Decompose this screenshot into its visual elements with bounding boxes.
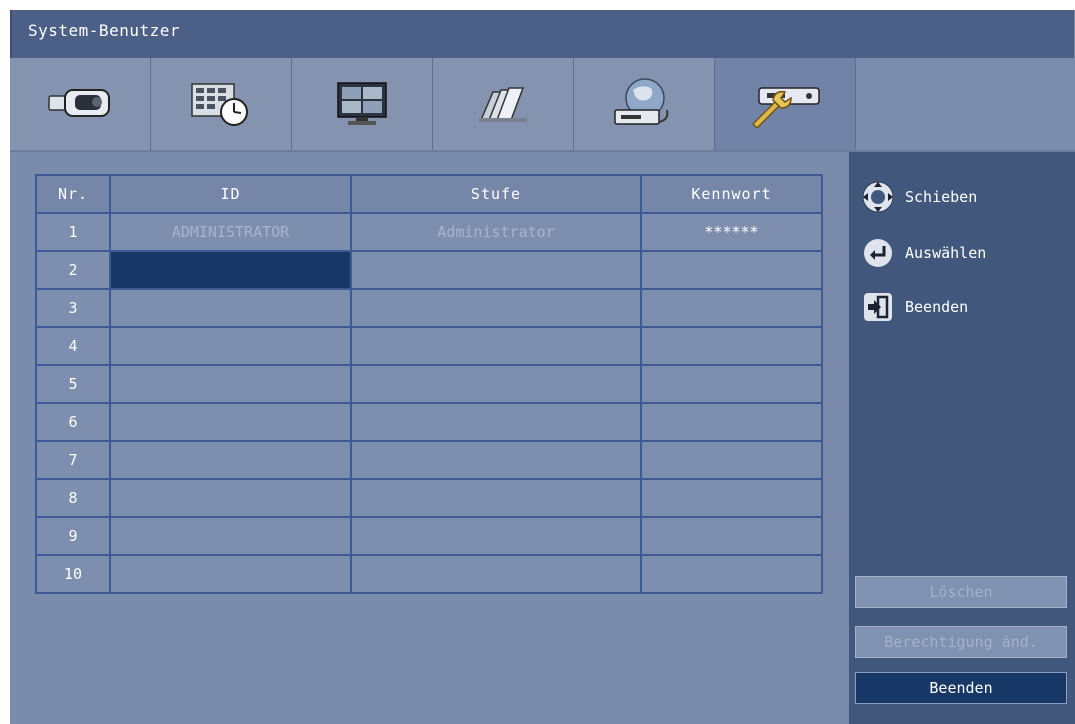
schedule-icon (191, 83, 248, 126)
legend-move: Schieben (861, 181, 978, 213)
cell-nr: 7 (35, 440, 111, 480)
cell-id[interactable] (109, 364, 352, 404)
cell-kennwort[interactable] (640, 326, 823, 366)
cell-nr: 10 (35, 554, 111, 594)
cell-nr: 5 (35, 364, 111, 404)
tab-system[interactable] (715, 58, 856, 150)
cell-kennwort[interactable]: ****** (640, 212, 823, 252)
cell-id[interactable] (109, 288, 352, 328)
title-bar: System-Benutzer (10, 10, 1074, 58)
network-icon (614, 78, 669, 125)
cell-stufe[interactable] (350, 364, 642, 404)
cell-id[interactable] (109, 516, 352, 556)
cell-id[interactable] (109, 554, 352, 594)
tab-network[interactable] (574, 58, 715, 150)
cell-kennwort[interactable] (640, 250, 823, 290)
cell-nr: 1 (35, 212, 111, 252)
user-table: Nr. ID Stufe Kennwort 1 ADMINISTRATOR Ad… (35, 174, 823, 594)
table-row[interactable]: 8 (35, 478, 823, 518)
cell-kennwort[interactable] (640, 364, 823, 404)
dvr-screen: System-Benutzer Nr. ID Stufe Kennwort 1 … (10, 10, 1075, 724)
tab-camera[interactable] (10, 58, 151, 150)
tab-monitor[interactable] (292, 58, 433, 150)
cell-nr: 2 (35, 250, 111, 290)
system-tools-icon (751, 87, 820, 128)
table-row[interactable]: 4 (35, 326, 823, 366)
cell-nr: 8 (35, 478, 111, 518)
table-row[interactable]: 6 (35, 402, 823, 442)
table-row[interactable]: 9 (35, 516, 823, 556)
change-permission-button[interactable]: Berechtigung änd. (855, 626, 1067, 658)
side-panel: Schieben Auswählen Beenden Löschen Berec… (849, 152, 1075, 724)
table-row[interactable]: 7 (35, 440, 823, 480)
tab-archive[interactable] (433, 58, 574, 150)
cell-nr: 9 (35, 516, 111, 556)
cell-stufe[interactable] (350, 402, 642, 442)
cell-id[interactable]: ADMINISTRATOR (109, 212, 352, 252)
enter-icon (861, 238, 895, 268)
header-stufe: Stufe (350, 174, 642, 214)
cell-stufe[interactable] (350, 440, 642, 480)
tab-schedule[interactable] (151, 58, 292, 150)
cell-stufe[interactable] (350, 516, 642, 556)
legend-move-label: Schieben (905, 188, 978, 206)
tab-strip-filler (856, 58, 1075, 150)
cell-id[interactable] (109, 402, 352, 442)
cell-nr: 3 (35, 288, 111, 328)
table-row[interactable]: 3 (35, 288, 823, 328)
cell-stufe[interactable] (350, 554, 642, 594)
table-header-row: Nr. ID Stufe Kennwort (35, 174, 823, 214)
header-kennwort: Kennwort (640, 174, 823, 214)
cell-nr: 6 (35, 402, 111, 442)
exit-button[interactable]: Beenden (855, 672, 1067, 704)
window-title: System-Benutzer (28, 21, 180, 40)
cell-stufe[interactable]: Administrator (350, 212, 642, 252)
archive-icon (479, 87, 527, 122)
legend-select: Auswählen (861, 238, 986, 268)
cell-stufe[interactable] (350, 288, 642, 328)
main-panel: Nr. ID Stufe Kennwort 1 ADMINISTRATOR Ad… (10, 152, 849, 724)
cell-id[interactable] (109, 478, 352, 518)
delete-button[interactable]: Löschen (855, 576, 1067, 608)
legend-select-label: Auswählen (905, 244, 987, 262)
monitor-icon (337, 82, 387, 125)
cell-kennwort[interactable] (640, 402, 823, 442)
header-id: ID (109, 174, 352, 214)
cell-id[interactable] (109, 440, 352, 480)
cell-kennwort[interactable] (640, 288, 823, 328)
cell-kennwort[interactable] (640, 440, 823, 480)
table-row[interactable]: 1 ADMINISTRATOR Administrator ****** (35, 212, 823, 252)
legend-exit: Beenden (861, 292, 968, 322)
header-nr: Nr. (35, 174, 111, 214)
cell-kennwort[interactable] (640, 516, 823, 556)
cell-nr: 4 (35, 326, 111, 366)
camera-icon (48, 89, 110, 117)
cell-stufe[interactable] (350, 250, 642, 290)
tab-strip (10, 58, 1075, 150)
cell-stufe[interactable] (350, 326, 642, 366)
legend-exit-label: Beenden (905, 298, 969, 316)
table-row[interactable]: 10 (35, 554, 823, 594)
cell-kennwort[interactable] (640, 478, 823, 518)
cell-id[interactable] (109, 326, 352, 366)
cell-id-selected[interactable] (109, 250, 352, 290)
dpad-icon (861, 181, 895, 213)
cell-kennwort[interactable] (640, 554, 823, 594)
table-row[interactable]: 5 (35, 364, 823, 404)
cell-stufe[interactable] (350, 478, 642, 518)
exit-icon (861, 292, 895, 322)
table-row[interactable]: 2 (35, 250, 823, 290)
